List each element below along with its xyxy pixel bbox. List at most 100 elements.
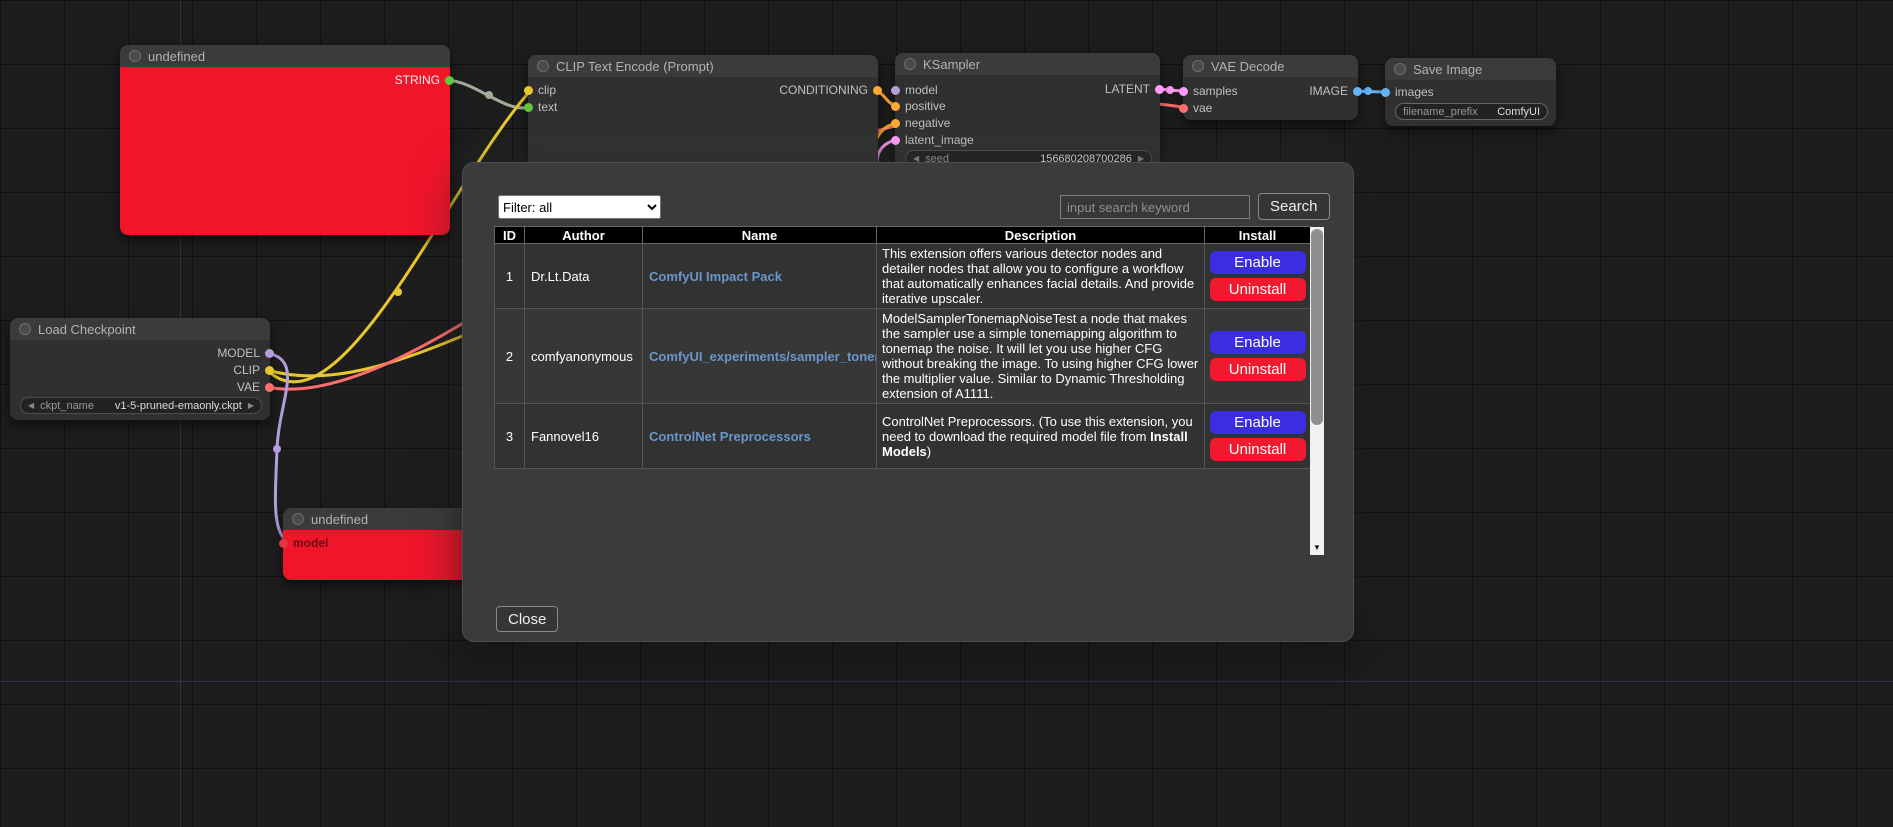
slot-label: model <box>293 537 328 549</box>
slot-dot[interactable] <box>445 76 454 85</box>
node-title: Load Checkpoint <box>38 322 136 337</box>
slot-dot[interactable] <box>1353 87 1362 96</box>
scrollbar-thumb[interactable] <box>1311 229 1323 425</box>
graph-canvas[interactable]: undefined STRING CLIP Text Encode (Promp… <box>0 0 1893 827</box>
output-slot-clip[interactable]: CLIP <box>233 364 274 376</box>
slot-dot[interactable] <box>1381 88 1390 97</box>
extension-row: 1Dr.Lt.DataComfyUI Impact PackThis exten… <box>495 244 1311 309</box>
enable-button[interactable]: Enable <box>1210 411 1306 434</box>
uninstall-button[interactable]: Uninstall <box>1210 358 1306 381</box>
uninstall-button[interactable]: Uninstall <box>1210 438 1306 461</box>
node-undefined-top[interactable]: undefined STRING <box>120 45 450 235</box>
node-vae-decode[interactable]: VAE Decode samples vae IMAGE <box>1183 55 1358 120</box>
node-undefined-bottom[interactable]: undefined model <box>283 508 483 580</box>
scrollbar[interactable]: ▼ <box>1310 227 1324 555</box>
link-dot <box>485 91 493 99</box>
slot-dot[interactable] <box>265 383 274 392</box>
collapse-dot[interactable] <box>904 58 916 70</box>
slot-label: samples <box>1193 85 1238 97</box>
table-header-row: ID Author Name Description Install <box>495 227 1311 244</box>
slot-dot[interactable] <box>279 539 288 548</box>
extension-name-cell: ComfyUI_experiments/sampler_tonemap <box>643 309 877 404</box>
input-slot-images[interactable]: images <box>1381 86 1434 98</box>
collapse-dot[interactable] <box>1192 60 1204 72</box>
close-button[interactable]: Close <box>496 606 558 632</box>
scrollbar-down-arrow[interactable]: ▼ <box>1310 541 1324 554</box>
slot-dot[interactable] <box>1179 87 1188 96</box>
output-slot-string[interactable]: STRING <box>395 74 454 86</box>
enable-button[interactable]: Enable <box>1210 251 1306 274</box>
output-slot-conditioning[interactable]: CONDITIONING <box>779 84 882 96</box>
node-titlebar[interactable]: KSampler <box>895 53 1160 75</box>
node-title: KSampler <box>923 57 980 72</box>
extension-install-cell: Enable Uninstall <box>1205 309 1311 404</box>
collapse-dot[interactable] <box>537 60 549 72</box>
widget-value: v1-5-pruned-emaonly.ckpt <box>115 400 242 412</box>
slot-dot[interactable] <box>891 136 900 145</box>
col-header-author: Author <box>525 227 643 244</box>
collapse-dot[interactable] <box>19 323 31 335</box>
decrement-arrow[interactable]: ◀ <box>28 401 34 410</box>
output-slot-image[interactable]: IMAGE <box>1309 85 1362 97</box>
node-titlebar[interactable]: Load Checkpoint <box>10 318 270 340</box>
slot-label: images <box>1395 86 1434 98</box>
custom-nodes-manager-dialog: Filter: all Search ID Author Name Descri… <box>462 162 1354 642</box>
slot-dot[interactable] <box>1155 85 1164 94</box>
extension-table-body: 1Dr.Lt.DataComfyUI Impact PackThis exten… <box>495 244 1311 469</box>
extension-name-link[interactable]: ControlNet Preprocessors <box>649 429 811 444</box>
output-slot-model[interactable]: MODEL <box>217 347 274 359</box>
extension-name-link[interactable]: ComfyUI_experiments/sampler_tonemap <box>649 349 877 364</box>
input-slot-vae[interactable]: vae <box>1179 102 1212 114</box>
node-titlebar[interactable]: undefined <box>283 508 483 530</box>
extension-author: Fannovel16 <box>525 404 643 469</box>
input-slot-clip[interactable]: clip <box>524 84 556 96</box>
node-load-checkpoint[interactable]: Load Checkpoint MODEL CLIP VAE ◀ ckpt_na… <box>10 318 270 420</box>
enable-button[interactable]: Enable <box>1210 331 1306 354</box>
slot-label: negative <box>905 117 950 129</box>
input-slot-latent-image[interactable]: latent_image <box>891 134 974 146</box>
node-title: undefined <box>148 49 205 64</box>
filename-prefix-widget[interactable]: filename_prefix ComfyUI <box>1395 103 1548 120</box>
node-titlebar[interactable]: CLIP Text Encode (Prompt) <box>528 55 878 77</box>
slot-dot[interactable] <box>891 119 900 128</box>
node-titlebar[interactable]: Save Image <box>1385 58 1556 80</box>
search-input[interactable] <box>1060 195 1250 219</box>
extensions-table-wrap: ID Author Name Description Install 1Dr.L… <box>494 226 1310 469</box>
input-slot-negative[interactable]: negative <box>891 117 950 129</box>
node-save-image[interactable]: Save Image images filename_prefix ComfyU… <box>1385 58 1556 126</box>
node-titlebar[interactable]: VAE Decode <box>1183 55 1358 77</box>
collapse-dot[interactable] <box>129 50 141 62</box>
input-slot-model[interactable]: model <box>279 537 328 549</box>
collapse-dot[interactable] <box>1394 63 1406 75</box>
slot-dot[interactable] <box>891 86 900 95</box>
output-slot-latent[interactable]: LATENT <box>1105 83 1164 95</box>
slot-dot[interactable] <box>873 86 882 95</box>
input-slot-text[interactable]: text <box>524 101 557 113</box>
slot-dot[interactable] <box>524 103 533 112</box>
widget-value: ComfyUI <box>1497 106 1540 118</box>
ckpt-name-widget[interactable]: ◀ ckpt_name v1-5-pruned-emaonly.ckpt ▶ <box>20 397 262 414</box>
slot-label: MODEL <box>217 347 260 359</box>
output-slot-vae[interactable]: VAE <box>237 381 274 393</box>
slot-dot[interactable] <box>1179 104 1188 113</box>
node-title: undefined <box>311 512 368 527</box>
slot-label: CONDITIONING <box>779 84 868 96</box>
input-slot-model[interactable]: model <box>891 84 938 96</box>
input-slot-samples[interactable]: samples <box>1179 85 1238 97</box>
slot-dot[interactable] <box>265 366 274 375</box>
filter-select[interactable]: Filter: all <box>498 195 661 219</box>
uninstall-button[interactable]: Uninstall <box>1210 278 1306 301</box>
slot-dot[interactable] <box>524 86 533 95</box>
increment-arrow[interactable]: ▶ <box>248 401 254 410</box>
slot-dot[interactable] <box>891 102 900 111</box>
slot-dot[interactable] <box>265 349 274 358</box>
link-dot <box>394 288 402 296</box>
wire-clip-2 <box>267 332 472 376</box>
node-titlebar[interactable]: undefined <box>120 45 450 67</box>
extension-name-link[interactable]: ComfyUI Impact Pack <box>649 269 782 284</box>
input-slot-positive[interactable]: positive <box>891 100 946 112</box>
search-button[interactable]: Search <box>1258 193 1330 220</box>
slot-label: positive <box>905 100 946 112</box>
collapse-dot[interactable] <box>292 513 304 525</box>
slot-label: LATENT <box>1105 83 1150 95</box>
